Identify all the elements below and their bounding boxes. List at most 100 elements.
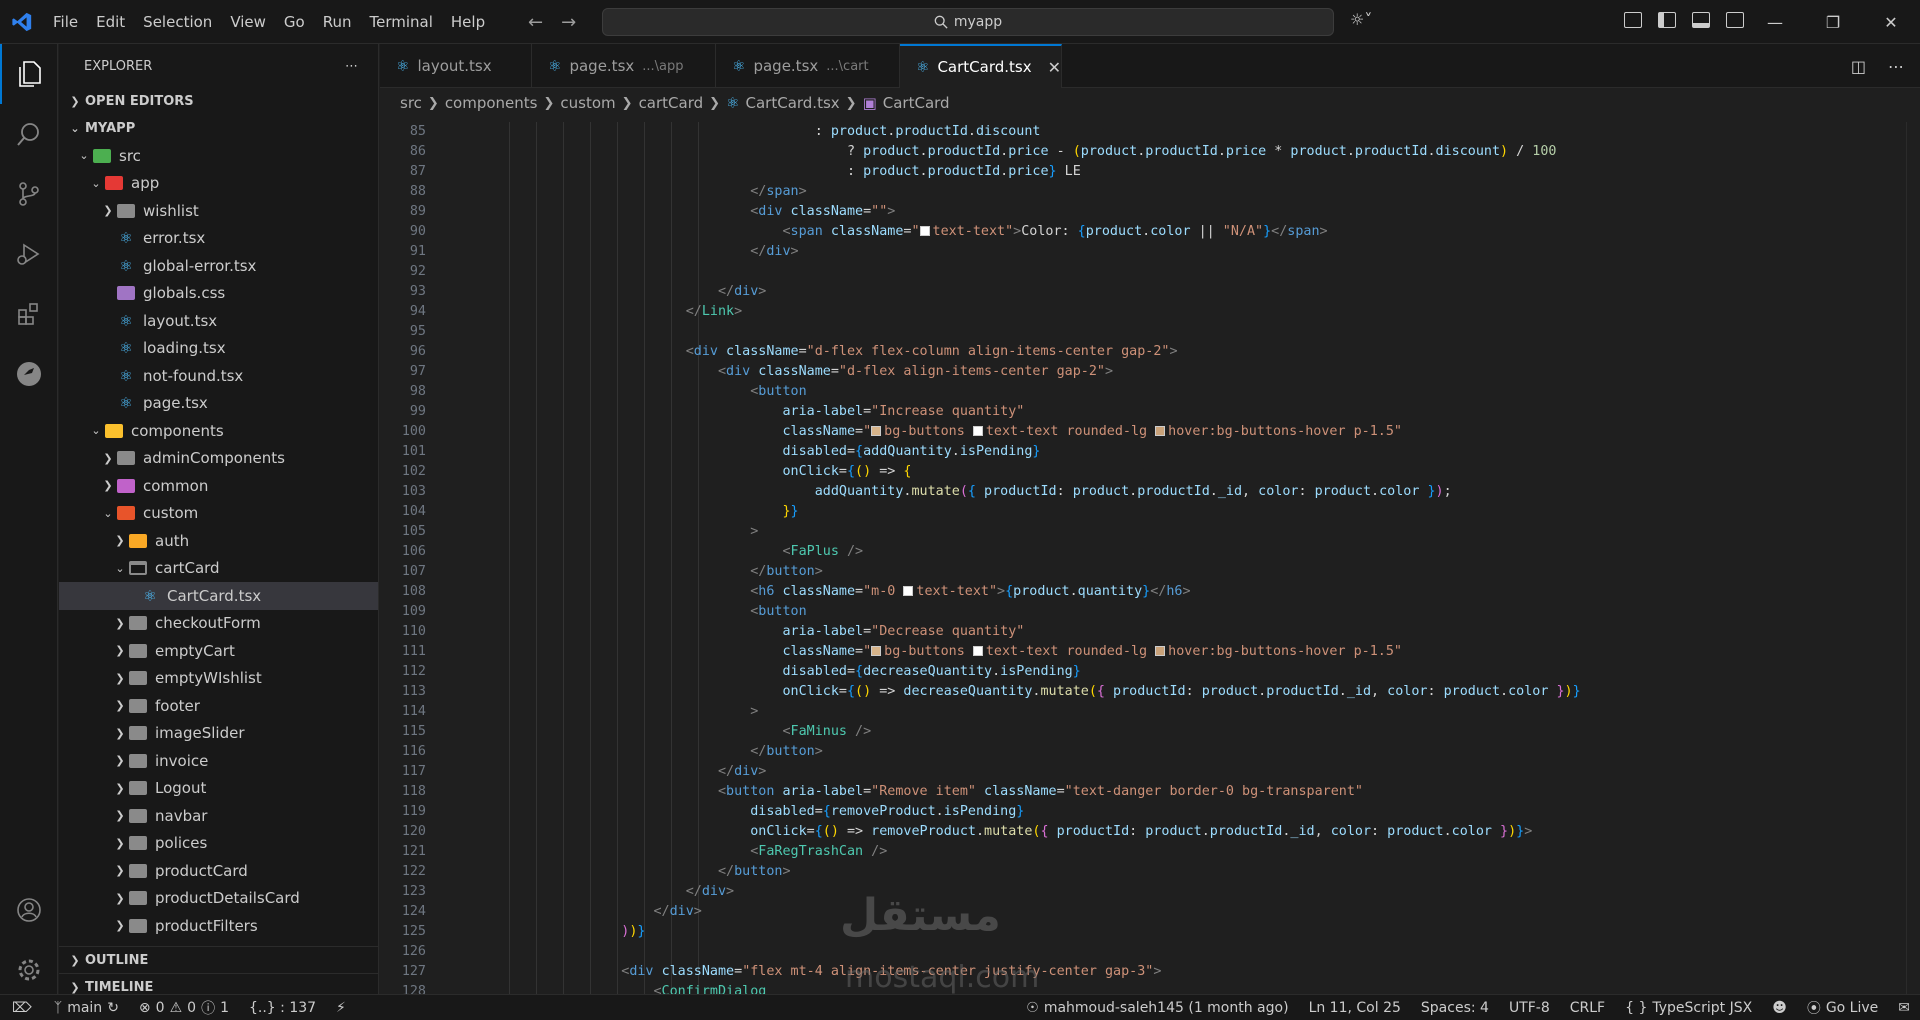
tree-item[interactable]: ⌄ app bbox=[59, 170, 378, 198]
breadcrumb-item[interactable]: CartCard.tsx bbox=[746, 94, 840, 112]
extensions-icon[interactable] bbox=[0, 284, 58, 344]
remote-explorer-icon[interactable] bbox=[0, 344, 58, 404]
tree-item[interactable]: ❯ productFilters bbox=[59, 912, 378, 940]
menu-edit[interactable]: Edit bbox=[87, 0, 134, 44]
tree-item[interactable]: ⌄ custom bbox=[59, 500, 378, 528]
menu-run[interactable]: Run bbox=[314, 0, 361, 44]
breadcrumb-item[interactable]: cartCard bbox=[639, 94, 704, 112]
tree-item[interactable]: ⌄ components bbox=[59, 417, 378, 445]
toggle-panel-icon[interactable] bbox=[1692, 12, 1710, 28]
minimize-icon[interactable]: — bbox=[1746, 13, 1804, 32]
tree-item[interactable]: ❯ Logout bbox=[59, 775, 378, 803]
language-mode[interactable]: { } TypeScript JSX bbox=[1615, 1000, 1762, 1016]
branch-indicator[interactable]: ᛉ main ↻ bbox=[44, 1000, 129, 1016]
line-ending[interactable]: CRLF bbox=[1560, 1000, 1615, 1016]
command-center-search[interactable]: myapp bbox=[602, 8, 1334, 36]
lightning-icon[interactable]: ⚡ bbox=[326, 1000, 356, 1016]
code-token: div bbox=[766, 244, 791, 259]
tree-item[interactable]: ❯ imageSlider bbox=[59, 720, 378, 748]
breadcrumb-item[interactable]: CartCard bbox=[883, 94, 950, 112]
back-arrow-icon[interactable]: ← bbox=[528, 12, 543, 33]
git-blame[interactable]: ☉ mahmoud-saleh145 (1 month ago) bbox=[1016, 1000, 1298, 1016]
search-icon[interactable] bbox=[0, 104, 58, 164]
tree-item[interactable]: ❯ navbar bbox=[59, 802, 378, 830]
tree-item[interactable]: ⚛ page.tsx bbox=[59, 390, 378, 418]
more-actions-icon[interactable]: ⋯ bbox=[345, 59, 358, 74]
tree-item[interactable]: ⚛ loading.tsx bbox=[59, 335, 378, 363]
menu-selection[interactable]: Selection bbox=[134, 0, 221, 44]
explorer-header: EXPLORER ⋯ bbox=[59, 44, 378, 88]
copilot-status-icon[interactable]: ☻ bbox=[1762, 1000, 1797, 1016]
indentation[interactable]: Spaces: 4 bbox=[1411, 1000, 1499, 1016]
more-actions-icon[interactable]: ⋯ bbox=[1888, 57, 1904, 76]
open-editors-section[interactable]: ❯ OPEN EDITORS bbox=[59, 88, 378, 115]
breadcrumb-item[interactable]: src bbox=[400, 94, 422, 112]
tree-item[interactable]: ⚛ layout.tsx bbox=[59, 307, 378, 335]
menu-file[interactable]: File bbox=[44, 0, 87, 44]
breadcrumb-item[interactable]: custom bbox=[560, 94, 615, 112]
encoding[interactable]: UTF-8 bbox=[1499, 1000, 1560, 1016]
forward-arrow-icon[interactable]: → bbox=[561, 12, 576, 33]
tab-cartcard[interactable]: ⚛ CartCard.tsx ✕ bbox=[900, 44, 1062, 88]
menu-terminal[interactable]: Terminal bbox=[361, 0, 442, 44]
tree-item[interactable]: ❯ wishlist bbox=[59, 197, 378, 225]
close-window-icon[interactable]: ✕ bbox=[1862, 13, 1920, 32]
tree-item[interactable]: ❯ emptyWIshlist bbox=[59, 665, 378, 693]
code-line: 112 disabled={decreaseQuantity.isPending… bbox=[380, 662, 1920, 682]
tree-item[interactable]: ❯ auth bbox=[59, 527, 378, 555]
tree-item[interactable]: ⚛ not-found.tsx bbox=[59, 362, 378, 390]
tree-item[interactable]: ❯ common bbox=[59, 472, 378, 500]
code-token: > bbox=[814, 744, 823, 759]
outline-section[interactable]: ❯ OUTLINE bbox=[59, 946, 379, 973]
editor-scrollbar[interactable] bbox=[1906, 122, 1920, 1000]
menu-help[interactable]: Help bbox=[442, 0, 494, 44]
remote-indicator[interactable]: ⌦ bbox=[0, 1000, 44, 1016]
tab-page-cart[interactable]: ⚛ page.tsx ...\cart bbox=[716, 44, 900, 88]
tree-item[interactable]: ⌄ cartCard bbox=[59, 555, 378, 583]
source-control-icon[interactable] bbox=[0, 164, 58, 224]
split-editor-icon[interactable]: ◫ bbox=[1851, 57, 1866, 76]
tree-item[interactable]: ❯ checkoutForm bbox=[59, 610, 378, 638]
chevron-right-icon: ❯ bbox=[115, 919, 125, 933]
toggle-sidebar-icon[interactable] bbox=[1658, 12, 1676, 28]
selection-indicator[interactable]: {..} : 137 bbox=[239, 1000, 326, 1016]
tab-page-app[interactable]: ⚛ page.tsx ...\cart ...\app bbox=[532, 44, 716, 88]
tree-item[interactable]: ❯ productDetailsCard bbox=[59, 885, 378, 913]
menu-view[interactable]: View bbox=[221, 0, 275, 44]
cursor-position[interactable]: Ln 11, Col 25 bbox=[1299, 1000, 1411, 1016]
tree-item[interactable]: globals.css bbox=[59, 280, 378, 308]
tree-item[interactable]: ⌄ src bbox=[59, 142, 378, 170]
settings-gear-icon[interactable] bbox=[0, 940, 58, 1000]
account-icon[interactable] bbox=[0, 880, 58, 940]
restore-icon[interactable]: ❐ bbox=[1804, 13, 1862, 32]
tree-item[interactable]: ❯ footer bbox=[59, 692, 378, 720]
tree-item[interactable]: ❯ emptyCart bbox=[59, 637, 378, 665]
explorer-icon[interactable] bbox=[0, 44, 58, 104]
tree-item[interactable]: ⚛ CartCard.tsx bbox=[59, 582, 378, 610]
code-editor[interactable]: 85 : product.productId.discount 86 ? prod… bbox=[380, 122, 1920, 1000]
code-token: /> bbox=[846, 544, 864, 559]
problems-indicator[interactable]: ⊗ 0 ⚠ 0 ⓘ 1 bbox=[129, 998, 239, 1018]
code-text: }} bbox=[460, 502, 798, 522]
breadcrumb-item[interactable]: components bbox=[445, 94, 538, 112]
customize-layout-icon[interactable] bbox=[1624, 12, 1642, 28]
tree-item[interactable]: ❯ adminComponents bbox=[59, 445, 378, 473]
tree-item[interactable]: ⚛ error.tsx bbox=[59, 225, 378, 253]
tree-item[interactable]: ❯ productCard bbox=[59, 857, 378, 885]
code-token: div bbox=[726, 364, 751, 379]
tree-item[interactable]: ⚛ global-error.tsx bbox=[59, 252, 378, 280]
copilot-icon[interactable]: ☼˅ bbox=[1350, 10, 1372, 29]
project-section[interactable]: ⌄ MYAPP bbox=[59, 115, 378, 142]
go-live-button[interactable]: ⦿ Go Live bbox=[1797, 998, 1888, 1018]
run-debug-icon[interactable] bbox=[0, 224, 58, 284]
menu-go[interactable]: Go bbox=[275, 0, 314, 44]
tree-item[interactable]: ❯ polices bbox=[59, 830, 378, 858]
tree-item[interactable]: ❯ invoice bbox=[59, 747, 378, 775]
notifications-icon[interactable]: ✉ bbox=[1888, 1000, 1920, 1016]
code-token: = bbox=[863, 404, 872, 419]
close-icon[interactable]: ✕ bbox=[1048, 58, 1061, 77]
code-token: _id bbox=[1217, 484, 1243, 499]
toggle-secondary-sidebar-icon[interactable] bbox=[1726, 12, 1744, 28]
code-token: . bbox=[1500, 684, 1509, 699]
tab-layout[interactable]: ⚛ layout.tsx bbox=[380, 44, 532, 88]
